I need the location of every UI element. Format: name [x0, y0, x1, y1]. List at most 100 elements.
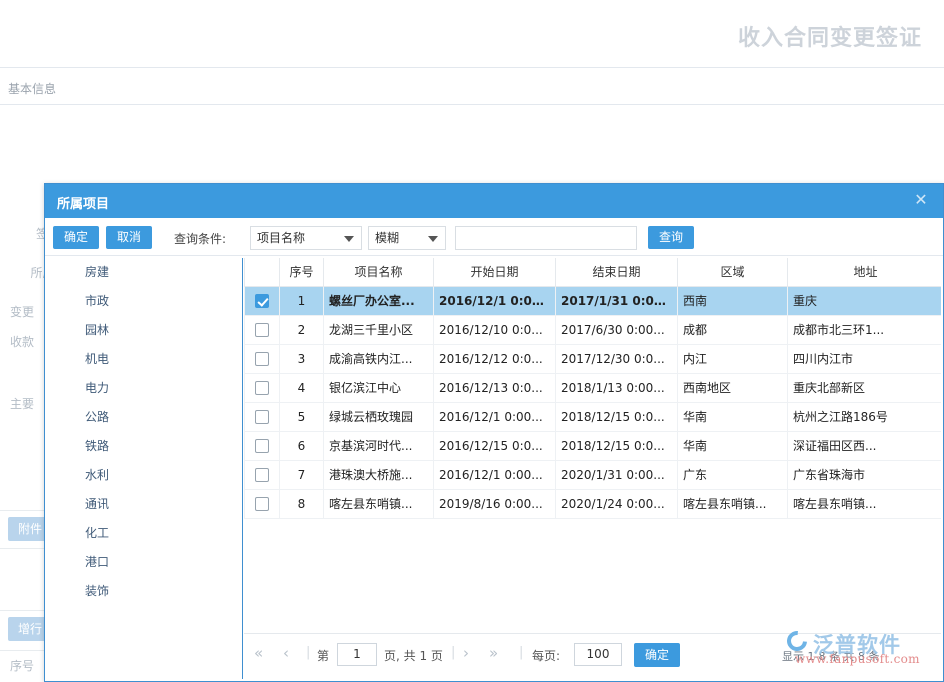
table-row[interactable]: 1 螺丝厂办公室... 2016/12/1 0:00... 2017/1/31 … — [245, 286, 942, 315]
cell-index: 5 — [280, 402, 324, 431]
cell-start-date: 2016/12/15 0:0... — [434, 431, 556, 460]
query-field-select-value: 项目名称 — [257, 231, 305, 245]
per-page-label: 每页: — [532, 647, 560, 664]
tree-item[interactable]: 园林 — [47, 316, 242, 345]
per-page-input[interactable]: 100 — [574, 643, 622, 666]
cell-start-date: 2016/12/10 0:0... — [434, 315, 556, 344]
cell-end-date: 2018/1/13 0:00... — [556, 373, 678, 402]
checkbox-icon[interactable] — [255, 294, 269, 308]
cell-index: 1 — [280, 286, 324, 315]
cell-index: 8 — [280, 489, 324, 518]
row-checkbox-cell[interactable] — [245, 431, 280, 460]
cancel-button[interactable]: 取消 — [106, 226, 152, 249]
th-end-date[interactable]: 结束日期 — [556, 258, 678, 286]
category-tree[interactable]: 房建 市政 园林 机电 电力 公路 铁路 水利 通讯 化工 港口 装饰 — [47, 258, 243, 679]
row-checkbox-cell[interactable] — [245, 460, 280, 489]
double-chevron-left-icon[interactable]: « — [254, 644, 263, 662]
cell-end-date: 2017/6/30 0:00... — [556, 315, 678, 344]
cell-project-name: 成渝高铁内江... — [324, 344, 434, 373]
page-header: 收入合同变更签证 — [0, 0, 944, 68]
checkbox-icon[interactable] — [255, 352, 269, 366]
cell-start-date: 2016/12/12 0:0... — [434, 344, 556, 373]
tree-item[interactable]: 水利 — [47, 461, 242, 490]
tree-item[interactable]: 房建 — [47, 258, 242, 287]
row-checkbox-cell[interactable] — [245, 489, 280, 518]
th-address[interactable]: 地址 — [788, 258, 942, 286]
cell-end-date: 2018/12/15 0:0... — [556, 402, 678, 431]
cell-region: 喀左县东哨镇... — [678, 489, 788, 518]
row-checkbox-cell[interactable] — [245, 344, 280, 373]
row-checkbox-cell[interactable] — [245, 402, 280, 431]
cell-end-date: 2020/1/24 0:00... — [556, 489, 678, 518]
cell-region: 成都 — [678, 315, 788, 344]
project-picker-dialog: 所属项目 ✕ 确定 取消 查询条件: 项目名称 模糊 查询 房建 市政 — [44, 183, 944, 682]
tree-item[interactable]: 化工 — [47, 519, 242, 548]
checkbox-icon[interactable] — [255, 468, 269, 482]
th-start-date[interactable]: 开始日期 — [434, 258, 556, 286]
table-row[interactable]: 2 龙湖三千里小区 2016/12/10 0:0... 2017/6/30 0:… — [245, 315, 942, 344]
th-index[interactable]: 序号 — [280, 258, 324, 286]
query-field-select[interactable]: 项目名称 — [250, 226, 362, 250]
confirm-button[interactable]: 确定 — [53, 226, 99, 249]
th-project-name[interactable]: 项目名称 — [324, 258, 434, 286]
checkbox-icon[interactable] — [255, 497, 269, 511]
section-title: 基本信息 — [8, 80, 56, 97]
tree-item[interactable]: 通讯 — [47, 490, 242, 519]
row-checkbox-cell[interactable] — [245, 286, 280, 315]
divider-pg-3: | — [519, 645, 523, 660]
checkbox-icon[interactable] — [255, 381, 269, 395]
table-row[interactable]: 3 成渝高铁内江... 2016/12/12 0:0... 2017/12/30… — [245, 344, 942, 373]
close-icon[interactable]: ✕ — [913, 192, 929, 208]
table-row[interactable]: 5 绿城云栖玫瑰园 2016/12/1 0:00... 2018/12/15 0… — [245, 402, 942, 431]
tree-item[interactable]: 铁路 — [47, 432, 242, 461]
dialog-toolbar: 确定 取消 查询条件: 项目名称 模糊 查询 — [45, 218, 943, 256]
table-row[interactable]: 4 银亿滨江中心 2016/12/13 0:0... 2018/1/13 0:0… — [245, 373, 942, 402]
cell-project-name: 喀左县东哨镇... — [324, 489, 434, 518]
query-keyword-input[interactable] — [455, 226, 637, 250]
dialog-title: 所属项目 — [57, 193, 109, 212]
chevron-down-icon — [428, 236, 438, 242]
table-body: 1 螺丝厂办公室... 2016/12/1 0:00... 2017/1/31 … — [245, 286, 942, 518]
label-change-row: 变更 — [10, 303, 34, 320]
row-checkbox-cell[interactable] — [245, 373, 280, 402]
table-row[interactable]: 7 港珠澳大桥施... 2016/12/1 0:00... 2020/1/31 … — [245, 460, 942, 489]
divider-pg-1: | — [306, 645, 310, 660]
cell-region: 西南 — [678, 286, 788, 315]
checkbox-icon[interactable] — [255, 410, 269, 424]
cell-start-date: 2016/12/1 0:00... — [434, 286, 556, 315]
row-checkbox-cell[interactable] — [245, 315, 280, 344]
tree-item[interactable]: 公路 — [47, 403, 242, 432]
tree-item[interactable]: 电力 — [47, 374, 242, 403]
section-bar: 基本信息 — [0, 69, 944, 105]
cell-project-name: 银亿滨江中心 — [324, 373, 434, 402]
cell-address: 重庆北部新区 — [788, 373, 942, 402]
tree-item[interactable]: 装饰 — [47, 577, 242, 606]
cell-address: 四川内江市 — [788, 344, 942, 373]
checkbox-icon[interactable] — [255, 323, 269, 337]
app-root: 收入合同变更签证 基本信息 签证日期: 2019-08-15 签证编号*: 变更… — [0, 0, 944, 682]
search-button[interactable]: 查询 — [648, 226, 694, 249]
page-number-input[interactable]: 1 — [337, 643, 377, 666]
tree-item[interactable]: 市政 — [47, 287, 242, 316]
th-region[interactable]: 区域 — [678, 258, 788, 286]
query-match-select[interactable]: 模糊 — [368, 226, 446, 250]
checkbox-icon[interactable] — [255, 439, 269, 453]
cell-project-name: 螺丝厂办公室... — [324, 286, 434, 315]
tree-item[interactable]: 机电 — [47, 345, 242, 374]
cell-region: 广东 — [678, 460, 788, 489]
pagination-confirm-button[interactable]: 确定 — [634, 643, 680, 667]
cell-region: 华南 — [678, 431, 788, 460]
table-row[interactable]: 8 喀左县东哨镇... 2019/8/16 0:00... 2020/1/24 … — [245, 489, 942, 518]
cell-end-date: 2018/12/15 0:0... — [556, 431, 678, 460]
table-row[interactable]: 6 京基滨河时代... 2016/12/15 0:0... 2018/12/15… — [245, 431, 942, 460]
dialog-body: 房建 市政 园林 机电 电力 公路 铁路 水利 通讯 化工 港口 装饰 — [45, 256, 943, 681]
cell-address: 喀左县东哨镇... — [788, 489, 942, 518]
chevron-left-icon[interactable]: ‹ — [283, 644, 289, 662]
cell-project-name: 绿城云栖玫瑰园 — [324, 402, 434, 431]
chevron-right-icon[interactable]: › — [463, 644, 469, 662]
dialog-title-bar: 所属项目 ✕ — [45, 184, 943, 218]
tree-item[interactable]: 港口 — [47, 548, 242, 577]
page-title: 收入合同变更签证 — [738, 20, 922, 52]
double-chevron-right-icon[interactable]: » — [489, 644, 498, 662]
cell-region: 西南地区 — [678, 373, 788, 402]
